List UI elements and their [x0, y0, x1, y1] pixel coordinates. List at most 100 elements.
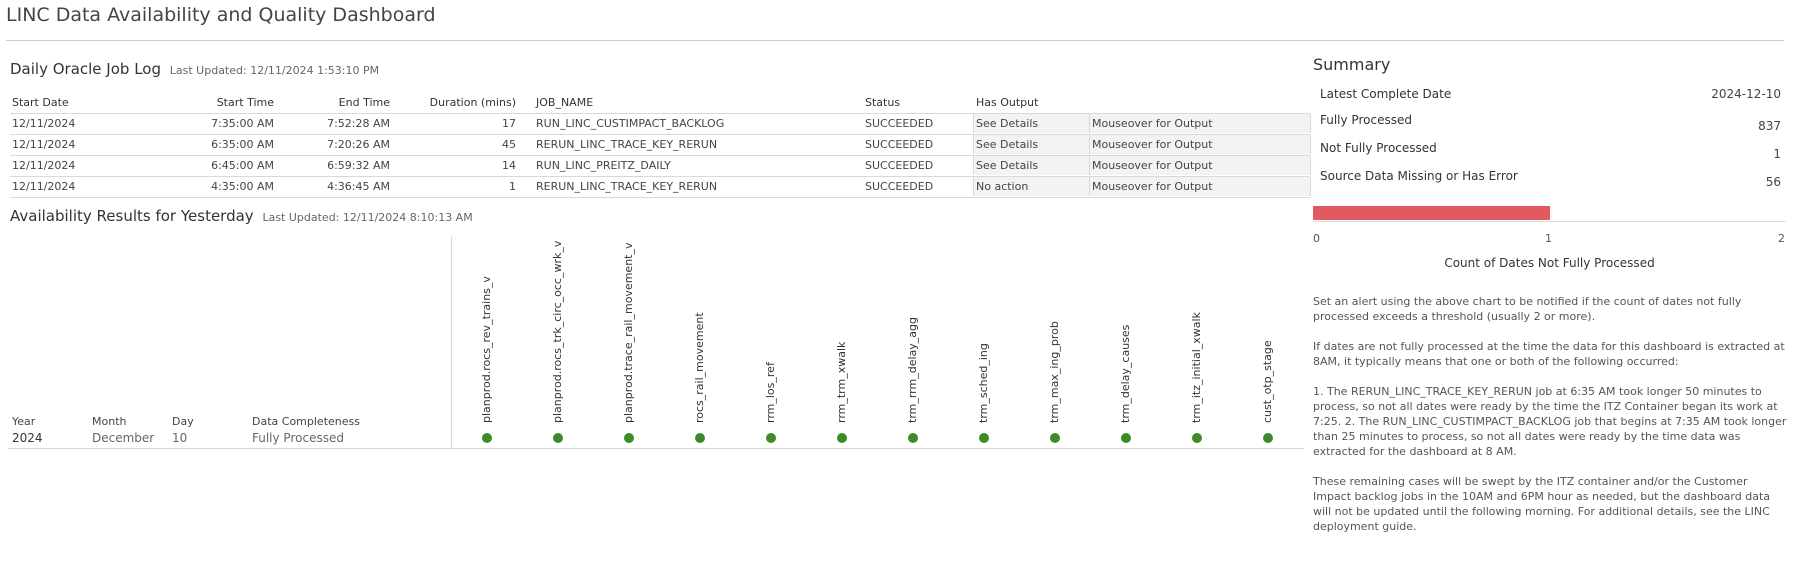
job-log-last-updated: Last Updated: 12/11/2024 1:53:10 PM — [169, 64, 380, 77]
status-dot[interactable] — [1050, 433, 1060, 443]
col-label-rrm-los-ref: rrm_los_ref — [764, 362, 777, 423]
cell-status: SUCCEEDED — [865, 180, 934, 193]
dashboard-title: LINC Data Availability and Quality Dashb… — [6, 4, 436, 26]
cell-start-time: 7:35:00 AM — [211, 117, 274, 130]
col-label-trm-delay-causes: trm_delay_causes — [1119, 324, 1132, 423]
cell-has-output[interactable]: See Details — [976, 159, 1038, 172]
summary-value-fully-processed: 837 — [1758, 119, 1781, 133]
col-header-month: Month — [92, 415, 127, 428]
summary-label-fully-processed: Fully Processed — [1320, 113, 1412, 127]
summary-label-not-fully-processed: Not Fully Processed — [1320, 141, 1437, 155]
chart-tick-label: 1 — [1545, 232, 1552, 245]
table-row[interactable]: 12/11/2024 6:45:00 AM 6:59:32 AM 14 RUN_… — [10, 156, 1311, 177]
status-dot[interactable] — [553, 433, 563, 443]
availability-last-updated: Last Updated: 12/11/2024 8:10:13 AM — [262, 211, 473, 224]
job-log-rows: 12/11/2024 7:35:00 AM 7:52:28 AM 17 RUN_… — [10, 113, 1311, 198]
cell-start-date: 12/11/2024 — [12, 180, 76, 193]
availability-title: Availability Results for Yesterday — [10, 207, 254, 225]
col-header-has-output: Has Output — [976, 96, 1039, 109]
status-dot[interactable] — [766, 433, 776, 443]
col-label-cust-otp-stage: cust_otp_stage — [1261, 340, 1274, 423]
cell-year: 2024 — [12, 431, 43, 445]
summary-value-not-fully-processed: 1 — [1773, 147, 1781, 161]
table-row[interactable]: 12/11/2024 4:35:00 AM 4:36:45 AM 1 RERUN… — [10, 177, 1311, 198]
cell-duration: 17 — [502, 117, 516, 130]
status-dot[interactable] — [695, 433, 705, 443]
col-label-trm-itz-initial-xwalk: trm_itz_initial_xwalk — [1190, 312, 1203, 423]
col-label-trm-max-ing-prob: trm_max_ing_prob — [1048, 321, 1061, 423]
cell-day: 10 — [172, 431, 188, 445]
job-log-title: Daily Oracle Job Log — [10, 60, 161, 78]
status-dot[interactable] — [1263, 433, 1273, 443]
col-header-status: Status — [865, 96, 901, 109]
col-header-job-name: JOB_NAME — [536, 96, 594, 109]
cell-start-date: 12/11/2024 — [12, 117, 76, 130]
chart-bar-not-fully-processed[interactable] — [1313, 206, 1550, 220]
cell-duration: 1 — [509, 180, 516, 193]
table-row[interactable]: 12/11/2024 6:35:00 AM 7:20:26 AM 45 RERU… — [10, 135, 1311, 156]
col-label-trm-sched-ing: trm_sched_ing — [977, 343, 990, 423]
cell-duration: 45 — [502, 138, 516, 151]
col-label-trace-rail-movement: planprod.trace_rail_movement_v — [622, 242, 635, 424]
availability-divider — [451, 236, 452, 448]
col-header-end-time: End Time — [338, 96, 390, 109]
summary-notes: Set an alert using the above chart to be… — [1313, 294, 1788, 549]
cell-job-name: RERUN_LINC_TRACE_KEY_RERUN — [536, 180, 718, 193]
cell-job-name: RERUN_LINC_TRACE_KEY_RERUN — [536, 138, 718, 151]
summary-label-latest-complete-date: Latest Complete Date — [1320, 87, 1452, 101]
chart-x-axis — [1313, 221, 1786, 222]
cell-end-time: 7:52:28 AM — [327, 117, 390, 130]
status-dot[interactable] — [837, 433, 847, 443]
col-label-rocs-rev-trains: planprod.rocs_rev_trains_v — [480, 276, 493, 423]
cell-output[interactable]: Mouseover for Output — [1092, 180, 1213, 193]
summary-title: Summary — [1313, 55, 1391, 74]
not-fully-processed-chart — [1313, 206, 1786, 220]
cell-has-output[interactable]: See Details — [976, 117, 1038, 130]
cell-duration: 14 — [502, 159, 516, 172]
cell-output[interactable]: Mouseover for Output — [1092, 138, 1213, 151]
cell-end-time: 4:36:45 AM — [327, 180, 390, 193]
cell-end-time: 7:20:26 AM — [327, 138, 390, 151]
cell-data-completeness: Fully Processed — [252, 431, 344, 445]
table-row[interactable]: 12/11/2024 7:35:00 AM 7:52:28 AM 17 RUN_… — [10, 114, 1311, 135]
availability-row-divider — [8, 448, 1304, 449]
chart-tick-label: 0 — [1313, 232, 1320, 245]
cell-has-output[interactable]: See Details — [976, 138, 1038, 151]
availability-header: Availability Results for Yesterday Last … — [10, 207, 473, 225]
col-header-start-time: Start Time — [216, 96, 274, 109]
chart-x-axis-title: Count of Dates Not Fully Processed — [1444, 256, 1655, 270]
job-log-header: Daily Oracle Job Log Last Updated: 12/11… — [10, 60, 379, 78]
status-dot[interactable] — [1121, 433, 1131, 443]
cell-status: SUCCEEDED — [865, 117, 934, 130]
title-divider — [6, 40, 1784, 41]
cell-job-name: RUN_LINC_CUSTIMPACT_BACKLOG — [536, 117, 725, 130]
col-header-start-date: Start Date — [12, 96, 69, 109]
note-paragraph: If dates are not fully processed at the … — [1313, 340, 1785, 368]
cell-month: December — [92, 431, 155, 445]
cell-output[interactable]: Mouseover for Output — [1092, 117, 1213, 130]
cell-start-time: 6:35:00 AM — [211, 138, 274, 151]
status-dot[interactable] — [908, 433, 918, 443]
status-dot[interactable] — [979, 433, 989, 443]
note-paragraph: Set an alert using the above chart to be… — [1313, 295, 1742, 323]
col-label-rrm-trm-xwalk: rrm_trm_xwalk — [835, 341, 848, 423]
cell-start-date: 12/11/2024 — [12, 138, 76, 151]
summary-value-source-data-missing: 56 — [1765, 175, 1781, 189]
chart-tick-label: 2 — [1778, 232, 1785, 245]
cell-job-name: RUN_LINC_PREITZ_DAILY — [536, 159, 671, 172]
cell-start-time: 4:35:00 AM — [211, 180, 274, 193]
col-header-year: Year — [12, 415, 36, 428]
cell-start-time: 6:45:00 AM — [211, 159, 274, 172]
col-header-duration: Duration (mins) — [429, 96, 516, 109]
cell-end-time: 6:59:32 AM — [327, 159, 390, 172]
status-dot[interactable] — [482, 433, 492, 443]
cell-has-output[interactable]: No action — [976, 180, 1028, 193]
status-dot[interactable] — [1192, 433, 1202, 443]
cell-output[interactable]: Mouseover for Output — [1092, 159, 1213, 172]
col-header-day: Day — [172, 415, 194, 428]
job-log-table: Start Date Start Time End Time Duration … — [10, 93, 1311, 198]
status-dot[interactable] — [624, 433, 634, 443]
note-paragraph: These remaining cases will be swept by t… — [1313, 475, 1771, 533]
job-log-header-row: Start Date Start Time End Time Duration … — [10, 93, 1310, 113]
summary-label-source-data-missing: Source Data Missing or Has Error — [1320, 169, 1518, 183]
